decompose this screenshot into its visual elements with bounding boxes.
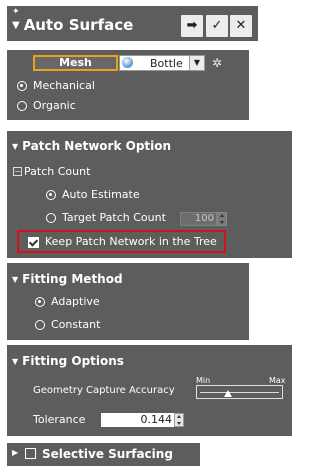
page-title: Auto Surface <box>23 16 134 34</box>
fitting-method-header[interactable]: ▼ Fitting Method <box>12 272 123 286</box>
slider-track <box>200 392 279 393</box>
patch-network-header[interactable]: ▼ Patch Network Option <box>12 139 171 153</box>
cancel-button[interactable]: ✕ <box>230 15 252 37</box>
target-patch-count-stepper[interactable] <box>217 212 227 226</box>
radio-organic[interactable] <box>17 101 27 111</box>
dropdown-arrow-icon[interactable]: ▼ <box>189 56 204 70</box>
radio-auto-estimate[interactable] <box>46 190 56 200</box>
fitting-method-panel: ▼ Fitting Method Adaptive Constant <box>7 263 249 340</box>
accuracy-label: Geometry Capture Accuracy <box>33 385 175 396</box>
patch-network-panel: ▼ Patch Network Option − Patch Count Auto… <box>7 131 292 258</box>
mesh-button[interactable]: Mesh <box>33 55 118 71</box>
tolerance-stepper[interactable] <box>174 413 184 427</box>
pick-object-button[interactable]: ✲ <box>208 55 226 71</box>
selective-surfacing-title: Selective Surfacing <box>42 447 173 461</box>
selective-surfacing-checkbox[interactable] <box>25 448 36 459</box>
radio-target-patch-count[interactable] <box>46 213 56 223</box>
label-target-patch-count: Target Patch Count <box>62 211 166 224</box>
ok-button[interactable]: ✓ <box>206 15 228 37</box>
fitting-options-panel: ▼ Fitting Options Geometry Capture Accura… <box>7 345 292 436</box>
header-title-row[interactable]: ▼ Auto Surface <box>12 16 133 34</box>
target-patch-count-field[interactable]: 100 <box>180 212 217 226</box>
keep-network-label: Keep Patch Network in the Tree <box>45 235 217 248</box>
tolerance-field[interactable]: 0.144 <box>101 413 174 427</box>
label-mechanical: Mechanical <box>33 79 95 92</box>
mesh-object-icon <box>122 57 133 68</box>
tolerance-label: Tolerance <box>33 413 86 426</box>
collapse-minus-icon[interactable]: − <box>13 167 22 176</box>
keep-network-checkbox[interactable] <box>28 237 39 248</box>
slider-max-label: Max <box>269 376 286 385</box>
collapse-triangle-icon: ▼ <box>12 20 20 31</box>
next-button[interactable]: ➡ <box>181 15 203 37</box>
collapse-triangle-icon: ▼ <box>12 142 19 151</box>
slider-handle[interactable] <box>224 390 232 397</box>
accuracy-slider[interactable] <box>196 385 283 399</box>
collapse-triangle-icon: ▼ <box>12 357 19 366</box>
label-constant: Constant <box>51 318 101 331</box>
label-adaptive: Adaptive <box>51 295 100 308</box>
label-organic: Organic <box>33 99 76 112</box>
selective-surfacing-panel: ▶ Selective Surfacing <box>7 443 200 466</box>
collapse-triangle-icon: ▼ <box>12 275 19 284</box>
patch-count-label: Patch Count <box>24 165 91 178</box>
radio-adaptive[interactable] <box>35 297 45 307</box>
auto-surface-header: ✦ ▼ Auto Surface ➡ ✓ ✕ <box>7 6 258 41</box>
radio-constant[interactable] <box>35 320 45 330</box>
bottle-selector[interactable]: Bottle ▼ <box>119 55 205 71</box>
radio-mechanical[interactable] <box>17 81 27 91</box>
expand-triangle-icon[interactable]: ▶ <box>12 448 18 457</box>
input-type-panel: Mesh Bottle ▼ ✲ Mechanical Organic <box>7 50 249 120</box>
fitting-options-header[interactable]: ▼ Fitting Options <box>12 354 124 368</box>
slider-min-label: Min <box>196 376 211 385</box>
label-auto-estimate: Auto Estimate <box>62 188 140 201</box>
